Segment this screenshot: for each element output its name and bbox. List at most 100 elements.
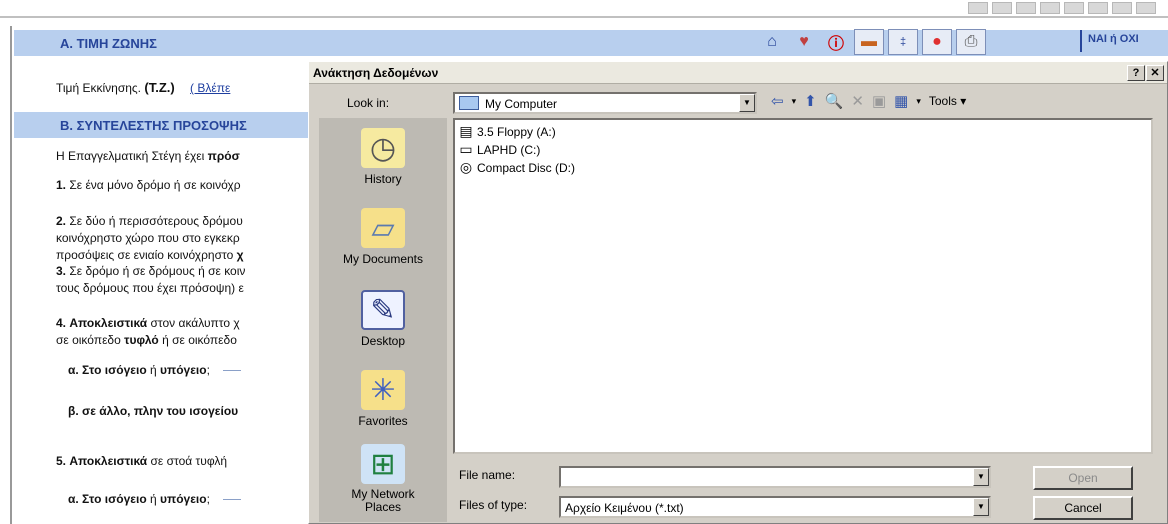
close-button[interactable]: ✕ xyxy=(1146,65,1164,81)
form-text: ή σε οικόπεδο xyxy=(162,333,237,347)
look-in-select[interactable]: My Computer ▼ xyxy=(453,92,757,114)
floppy-icon: ▤ xyxy=(459,123,473,139)
form-text-bold: α. Στο xyxy=(68,363,102,377)
answer-line xyxy=(223,499,242,501)
place-label: My Documents xyxy=(342,252,424,266)
form-text: προσόψεις σε ενιαίο κοινόχρηστο xyxy=(56,248,234,262)
folder-icon: ▱ xyxy=(361,208,405,248)
cancel-icon[interactable]: ● xyxy=(922,29,952,55)
form-text-bold: ισόγειο xyxy=(104,363,147,377)
section-a-title: Α. ΤΙΜΗ ΖΩΝΗΣ xyxy=(60,36,157,51)
file-name-label: File name: xyxy=(459,468,516,482)
form-text-bold: ισόγειο xyxy=(104,492,147,506)
top-divider xyxy=(0,16,1168,18)
see-link[interactable]: ( Βλέπε xyxy=(190,81,230,95)
desktop-icon: ✎ xyxy=(361,290,405,330)
files-of-type-label: Files of type: xyxy=(459,498,528,512)
calculator-icon[interactable]: ‡ xyxy=(888,29,918,55)
form-text-bold: υπόγειο xyxy=(160,492,207,506)
place-label: My Network Places xyxy=(351,487,415,514)
file-name: Compact Disc (D:) xyxy=(477,160,576,175)
place-favorites[interactable]: ✳ Favorites xyxy=(319,370,447,428)
form-text-bold: α. Στο xyxy=(68,492,102,506)
building-icon[interactable]: ⌂ xyxy=(758,28,786,56)
search-web-icon[interactable]: 🔍 xyxy=(825,92,844,110)
computer-icon xyxy=(459,96,479,110)
top-toolbar-icons xyxy=(968,2,1156,14)
back-dropdown-icon[interactable]: ▾ xyxy=(792,96,797,107)
form-text: Σε δύο ή περισσότερους δρόμου xyxy=(69,214,243,228)
item-number: 1. xyxy=(56,178,67,192)
form-line: σε οικόπεδο τυφλό ή σε οικόπεδο xyxy=(56,333,237,347)
form-line: 1. Σε ένα μόνο δρόμο ή σε κοινόχρ xyxy=(56,178,241,192)
views-icon[interactable]: ▦ xyxy=(894,92,908,110)
place-label: History xyxy=(364,172,402,186)
form-text-bold: Αποκλειστικά xyxy=(69,454,148,468)
place-my-documents[interactable]: ▱ My Documents xyxy=(319,208,447,266)
section-a-header: Α. ΤΙΜΗ ΖΩΝΗΣ xyxy=(14,30,1168,56)
toolbar-icon[interactable] xyxy=(1064,2,1084,14)
files-of-type-select[interactable]: Αρχείο Κειμένου (*.txt) ▼ xyxy=(559,496,991,518)
form-text: σε οικόπεδο xyxy=(56,333,121,347)
file-item[interactable]: ▤ 3.5 Floppy (A:) xyxy=(457,123,555,140)
eraser-icon[interactable]: ▬ xyxy=(854,29,884,55)
map-icon[interactable]: ♥ xyxy=(790,28,818,56)
place-label: Desktop xyxy=(360,334,406,348)
info-icon[interactable]: ⓘ xyxy=(822,28,850,56)
open-button[interactable]: Open xyxy=(1033,466,1133,490)
look-in-value: My Computer xyxy=(485,97,558,111)
item-number: 2. xyxy=(56,214,67,228)
harddisk-icon: ▭ xyxy=(459,141,473,157)
file-item[interactable]: ▭ LAPHD (C:) xyxy=(457,141,540,158)
toolbar-icon[interactable] xyxy=(992,2,1012,14)
toolbar-icon[interactable] xyxy=(1112,2,1132,14)
item-number: 3. xyxy=(56,264,67,278)
look-in-label: Look in: xyxy=(347,96,390,110)
toolbar-icon[interactable] xyxy=(1040,2,1060,14)
toolbar-icon[interactable] xyxy=(968,2,988,14)
new-folder-icon[interactable]: ▣ xyxy=(872,92,886,110)
form-text: στον ακάλυπτο χ xyxy=(150,316,240,330)
up-folder-icon[interactable]: ⬆ xyxy=(804,92,817,110)
toolbar-icon[interactable] xyxy=(1016,2,1036,14)
cancel-button[interactable]: Cancel xyxy=(1033,496,1133,520)
help-button[interactable]: ? xyxy=(1127,65,1145,81)
item-number: 4. xyxy=(56,316,67,330)
print-icon[interactable]: ⎙ xyxy=(956,29,986,55)
place-history[interactable]: ◷ History xyxy=(319,128,447,186)
nai-oxi-label: ΝΑΙ ή ΟΧΙ xyxy=(1088,33,1139,45)
form-line: τους δρόμους που έχει πρόσοψη) ε xyxy=(56,281,244,295)
place-desktop[interactable]: ✎ Desktop xyxy=(319,290,447,348)
views-dropdown-icon[interactable]: ▾ xyxy=(916,96,921,107)
file-item[interactable]: ◎ Compact Disc (D:) xyxy=(457,159,575,176)
form-line: 3. Σε δρόμο ή σε δρόμους ή σε κοιν xyxy=(56,264,245,278)
form-text-bold: υπόγειο xyxy=(160,363,207,377)
form-text: Η Επαγγελματική Στέγη έχει xyxy=(56,149,205,163)
chevron-down-icon[interactable]: ▼ xyxy=(973,498,989,516)
delete-icon[interactable]: ✕ xyxy=(851,92,864,110)
open-file-dialog: Ανάκτηση Δεδομένων ? ✕ Look in: My Compu… xyxy=(308,61,1168,524)
file-list[interactable]: ▤ 3.5 Floppy (A:) ▭ LAPHD (C:) ◎ Compact… xyxy=(453,118,1153,454)
chevron-down-icon[interactable]: ▼ xyxy=(973,468,989,486)
chevron-down-icon[interactable]: ▼ xyxy=(739,94,755,112)
back-arrow-icon[interactable]: ⇦ xyxy=(771,92,784,110)
section-b-header: Β. ΣΥΝΤΕΛΕΣΤΗΣ ΠΡΟΣΟΨΗΣ xyxy=(14,112,314,138)
place-my-network[interactable]: ⊞ My Network Places xyxy=(319,444,447,514)
form-text: ; xyxy=(206,363,210,377)
files-of-type-value: Αρχείο Κειμένου (*.txt) xyxy=(565,501,684,515)
form-text-bold: χ xyxy=(236,248,244,262)
form-text: κοινόχρηστο χώρο που στο εγκεκρ xyxy=(56,231,240,245)
dialog-titlebar[interactable]: Ανάκτηση Δεδομένων ? ✕ xyxy=(309,62,1167,84)
form-line: α. Στο ισόγειο ή υπόγειο; xyxy=(68,492,242,506)
toolbar-icon[interactable] xyxy=(1088,2,1108,14)
section-b-title: Β. ΣΥΝΤΕΛΕΣΤΗΣ ΠΡΟΣΟΨΗΣ xyxy=(60,118,247,133)
tools-label: Tools xyxy=(928,94,957,108)
form-line: 4. Αποκλειστικά στον ακάλυπτο χ xyxy=(56,316,240,330)
tools-menu[interactable]: Tools ▾ xyxy=(929,94,966,108)
form-text: ; xyxy=(206,492,210,506)
file-name-input[interactable]: ▼ xyxy=(559,466,991,488)
form-text: Σε ένα μόνο δρόμο ή σε κοινόχρ xyxy=(69,178,241,192)
toolbar-icon[interactable] xyxy=(1136,2,1156,14)
form-text-bold: άλλο, πλην του ισογείου xyxy=(99,404,239,418)
start-price-row: Τιμή Εκκίνησης. (Τ.Ζ.) ( Βλέπε xyxy=(56,80,230,95)
